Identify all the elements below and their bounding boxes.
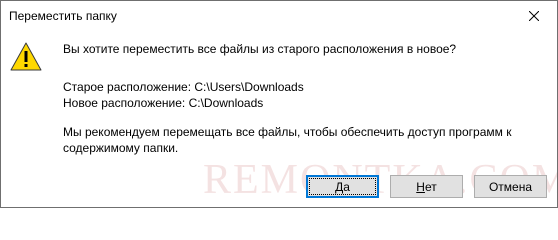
move-folder-dialog: Переместить папку Вы хотите переместить … (0, 0, 558, 208)
yes-button[interactable]: Да (306, 175, 379, 198)
close-button[interactable] (511, 1, 557, 31)
old-location-text: Старое расположение: C:\Users\Downloads (63, 80, 304, 94)
no-button-label: Нет (416, 179, 437, 194)
title-bar[interactable]: Переместить папку (1, 1, 557, 31)
close-icon (529, 11, 539, 21)
cancel-button-label: Отмена (488, 179, 533, 194)
warning-icon (10, 42, 42, 71)
question-text: Вы хотите переместить все файлы из старо… (63, 42, 457, 56)
dialog-title: Переместить папку (9, 9, 117, 23)
recommendation-text-line1: Мы рекомендуем перемещать все файлы, что… (63, 125, 512, 139)
no-button[interactable]: Нет (390, 175, 463, 198)
yes-button-label: Да (335, 179, 350, 194)
new-location-text: Новое расположение: C:\Downloads (63, 96, 264, 110)
cancel-button[interactable]: Отмена (474, 175, 547, 198)
recommendation-text-line2: содержимому папки. (63, 141, 179, 155)
